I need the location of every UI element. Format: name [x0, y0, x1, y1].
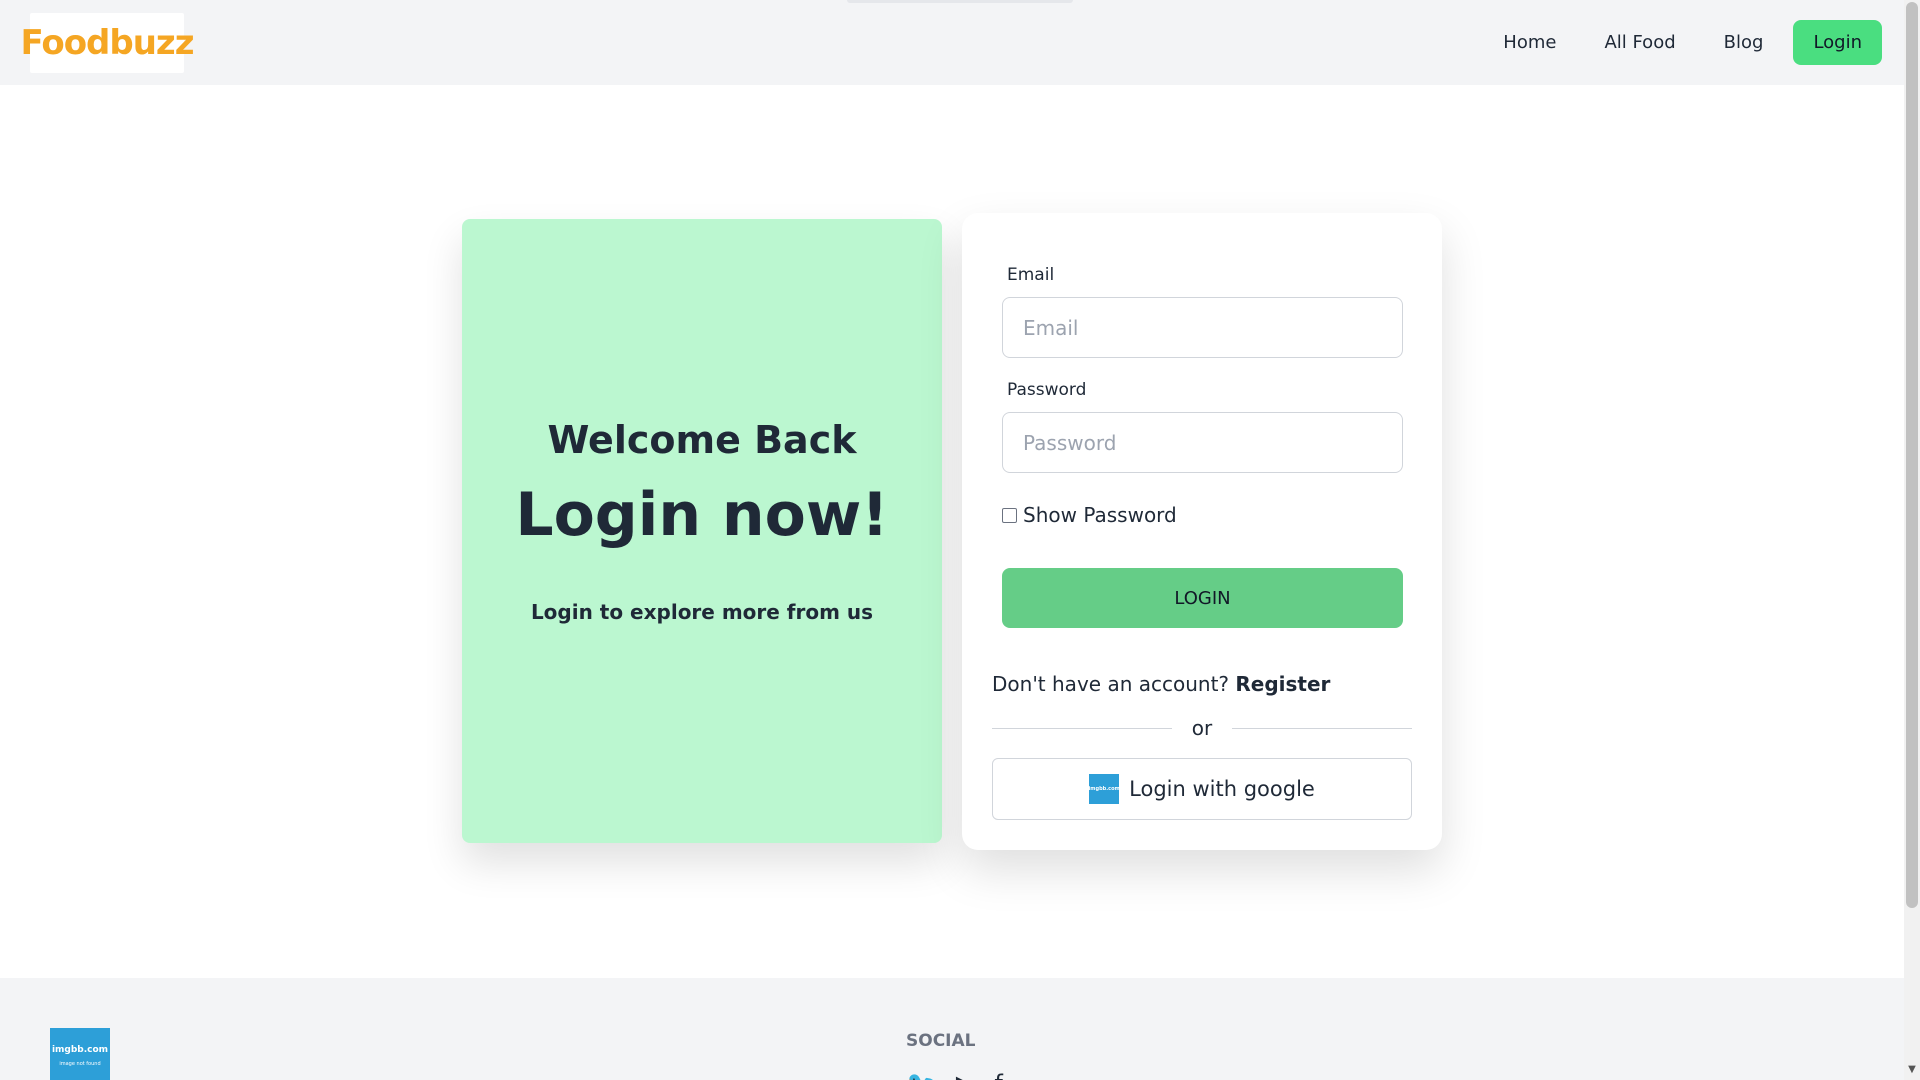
login-submit-label: LOGIN: [1174, 587, 1231, 609]
google-icon-text: imgbb.com: [1088, 786, 1120, 792]
scroll-down-arrow-icon[interactable]: ▼: [1906, 1064, 1918, 1076]
logo-text: Foodbuzz: [20, 23, 194, 63]
youtube-icon[interactable]: ▶: [956, 1070, 974, 1080]
google-login-label: Login with google: [1129, 777, 1315, 801]
register-link[interactable]: Register: [1235, 672, 1330, 696]
register-row: Don't have an account? Register: [992, 672, 1330, 696]
welcome-subtitle: Login to explore more from us: [530, 600, 874, 624]
site-logo[interactable]: Foodbuzz: [20, 13, 195, 73]
nav-login-button[interactable]: Login: [1793, 20, 1882, 65]
footer-logo-subtext: image not found: [59, 1060, 101, 1067]
google-icon: imgbb.com: [1088, 774, 1120, 804]
page: Foodbuzz Home All Food Blog Login ▼ Welc…: [0, 0, 1920, 1080]
login-submit-button[interactable]: LOGIN: [1002, 568, 1403, 628]
register-prompt: Don't have an account?: [992, 672, 1230, 696]
facebook-icon[interactable]: f: [994, 1070, 1002, 1080]
email-input[interactable]: [1002, 297, 1403, 358]
twitter-icon[interactable]: 🐦: [906, 1070, 936, 1080]
footer-logo-text: imgbb.com: [51, 1044, 109, 1055]
show-password-row[interactable]: Show Password: [1002, 503, 1177, 527]
scrollbar-thumb[interactable]: [1906, 2, 1918, 908]
site-footer: imgbb.com image not found SOCIAL 🐦 ▶ f: [0, 978, 1904, 1080]
email-label: Email: [1007, 265, 1055, 285]
login-card: Email Password Show Password LOGIN Don't…: [962, 213, 1442, 850]
footer-logo[interactable]: imgbb.com image not found: [50, 1028, 110, 1080]
google-login-button[interactable]: imgbb.com Login with google: [992, 758, 1412, 820]
nav-blog[interactable]: Blog: [1700, 20, 1788, 65]
welcome-title: Welcome Back: [547, 418, 857, 462]
social-icons: 🐦 ▶ f: [906, 1070, 1003, 1080]
social-title: SOCIAL: [906, 1031, 976, 1051]
nav-all-food[interactable]: All Food: [1580, 20, 1699, 65]
site-header: Foodbuzz Home All Food Blog Login: [0, 0, 1904, 85]
divider-right: [1232, 728, 1412, 729]
main-nav: Home All Food Blog Login: [1479, 20, 1882, 65]
show-password-checkbox[interactable]: [1002, 507, 1017, 523]
welcome-panel: Welcome Back Login now! Login to explore…: [462, 219, 942, 843]
password-input[interactable]: [1002, 412, 1403, 473]
password-label: Password: [1007, 380, 1087, 400]
top-strip: [847, 0, 1073, 3]
show-password-label[interactable]: Show Password: [1023, 503, 1177, 527]
login-heading: Login now!: [515, 480, 889, 550]
nav-home[interactable]: Home: [1479, 20, 1580, 65]
